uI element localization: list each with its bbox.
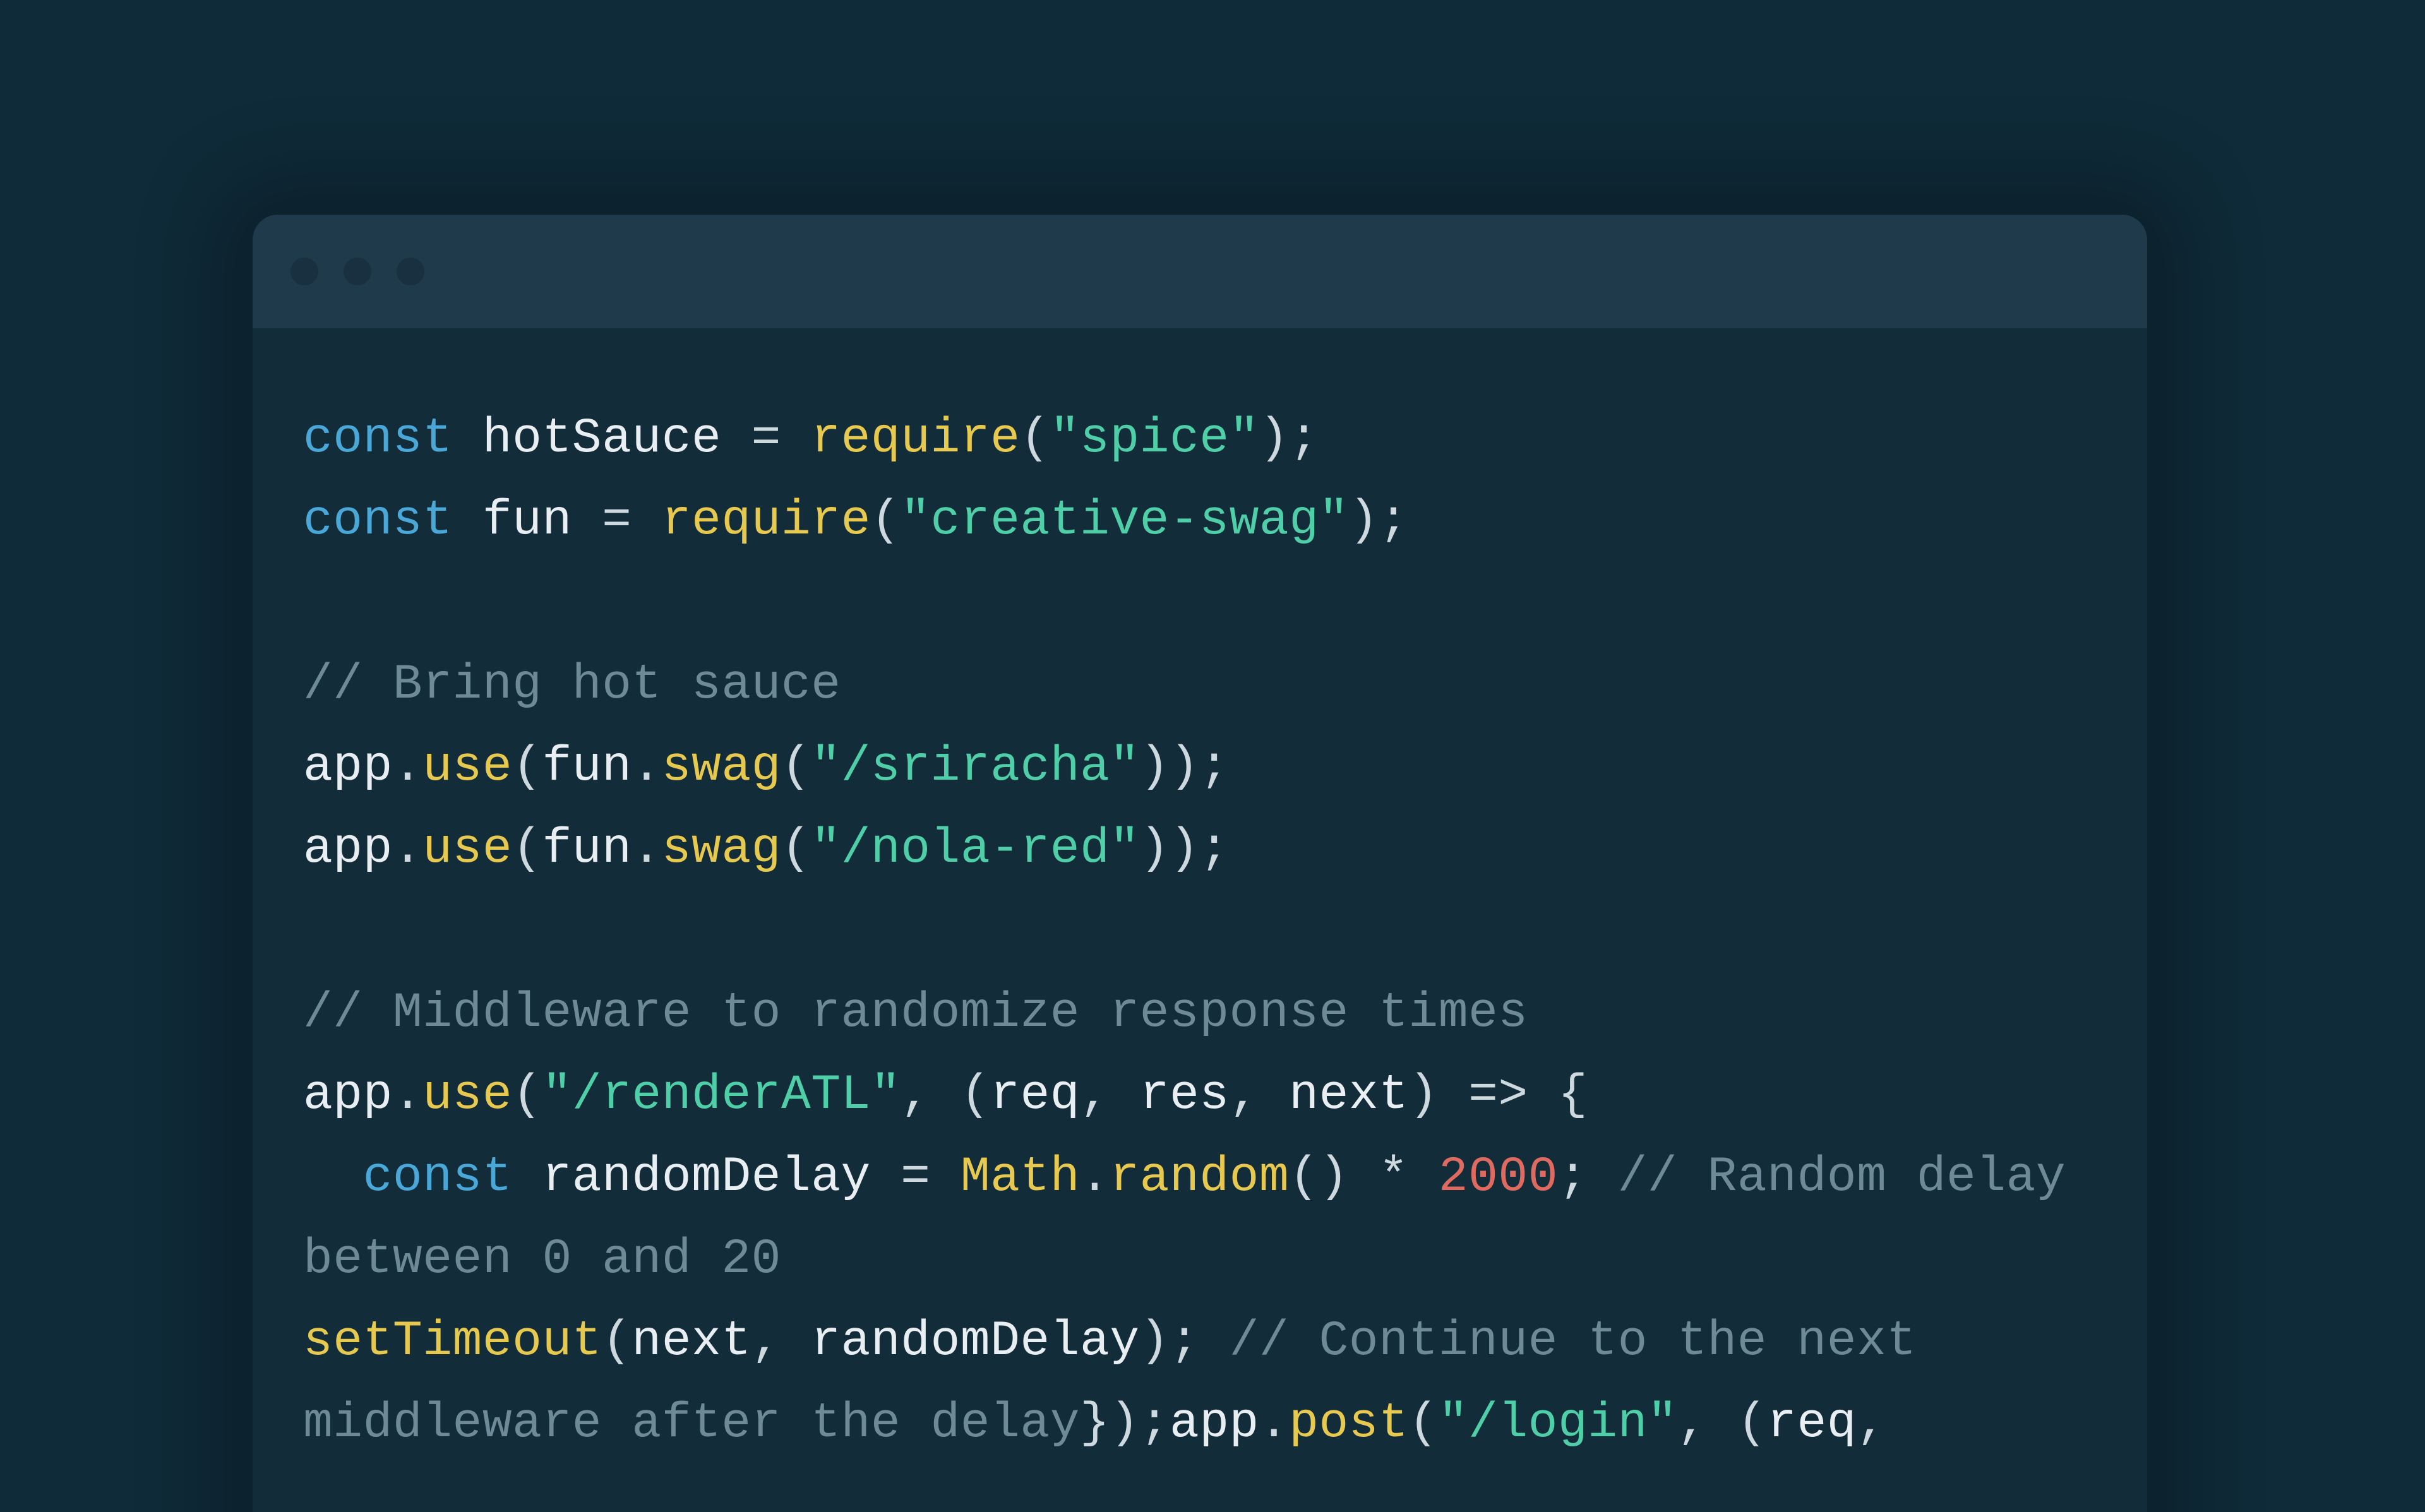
code-token-num: 2000 (1439, 1150, 1558, 1205)
code-token-str: "/nola-red" (811, 821, 1139, 877)
code-token-pun: )); (1140, 821, 1230, 877)
code-token-pun: ) => { (1409, 1068, 1588, 1123)
code-token-id: next (1289, 1068, 1408, 1123)
code-token-id: fun (542, 739, 632, 795)
code-token-pun: () * (1289, 1150, 1439, 1205)
window-control-dot[interactable] (344, 258, 371, 285)
code-token-id: app (303, 1068, 393, 1123)
code-token-str: "/renderATL" (542, 1068, 901, 1123)
code-token-id: res (1140, 1068, 1230, 1123)
code-token-pun: . (632, 739, 661, 795)
window-control-dot[interactable] (290, 258, 318, 285)
code-token-str: "/login" (1439, 1396, 1677, 1451)
code-token-pun: ( (602, 1314, 632, 1369)
code-token-id: app (1170, 1396, 1259, 1451)
code-token-fn: swag (662, 739, 781, 795)
code-token-str: "creative-swag" (901, 493, 1349, 549)
code-token-pun: = (721, 411, 811, 467)
code-area[interactable]: const hotSauce = require("spice");const … (253, 328, 2147, 1465)
code-token-id: req (990, 1068, 1080, 1123)
code-line: app.use(fun.swag("/sriracha")); (303, 726, 2097, 808)
code-token-fn: use (422, 821, 512, 877)
code-token-id: randomDelay (811, 1314, 1139, 1369)
code-token-pun: = (572, 493, 662, 549)
code-token-fn: random (1110, 1150, 1289, 1205)
window-control-dot[interactable] (397, 258, 424, 285)
code-token-fn: require (662, 493, 871, 549)
code-token-com: // Bring hot sauce (303, 657, 841, 713)
code-token-pun: . (393, 1068, 422, 1123)
code-token-pun: ( (871, 493, 901, 549)
code-token-pun: ( (512, 1068, 542, 1123)
code-token-pun: ( (512, 821, 542, 877)
code-token-pun: , ( (1677, 1396, 1767, 1451)
code-token-pun (453, 411, 482, 467)
window-titlebar (253, 215, 2147, 328)
code-token-pun: . (1080, 1150, 1110, 1205)
code-line: app.use("/renderATL", (req, res, next) =… (303, 1054, 2097, 1136)
code-line: const fun = require("creative-swag"); (303, 480, 2097, 562)
code-token-fn: use (422, 1068, 512, 1123)
code-token-pun: , (751, 1314, 811, 1369)
code-token-id: app (303, 821, 393, 877)
code-line: setTimeout(next, randomDelay); // Contin… (303, 1301, 2097, 1465)
code-token-cls: Math (961, 1150, 1080, 1205)
code-token-id: req (1767, 1396, 1857, 1451)
code-line: app.use(fun.swag("/nola-red")); (303, 808, 2097, 890)
code-line: const randomDelay = Math.random() * 2000… (303, 1136, 2097, 1301)
code-line: // Middleware to randomize response time… (303, 972, 2097, 1054)
code-token-pun: = (871, 1150, 961, 1205)
code-token-pun: , ( (901, 1068, 990, 1123)
code-token-pun: . (1259, 1396, 1289, 1451)
code-token-fn: post (1289, 1396, 1408, 1451)
code-token-kw: const (303, 411, 453, 467)
code-token-pun: . (393, 821, 422, 877)
code-token-kw: const (363, 1150, 513, 1205)
code-token-pun: ); (1259, 411, 1319, 467)
code-token-pun: ( (781, 739, 811, 795)
code-line (303, 890, 2097, 972)
code-token-kw: const (303, 493, 453, 549)
code-token-pun: }); (1080, 1396, 1170, 1451)
code-line (303, 562, 2097, 644)
code-token-pun: ); (1140, 1314, 1230, 1369)
code-token-fn: require (811, 411, 1020, 467)
code-token-pun (512, 1150, 542, 1205)
code-token-id: app (303, 739, 393, 795)
code-line: // Bring hot sauce (303, 644, 2097, 726)
code-token-str: "spice" (1050, 411, 1259, 467)
code-token-fn: setTimeout (303, 1314, 602, 1369)
code-token-pun: ( (781, 821, 811, 877)
code-token-id: fun (542, 821, 632, 877)
code-token-pun: . (393, 739, 422, 795)
code-token-fn: swag (662, 821, 781, 877)
code-token-pun: , (1230, 1068, 1290, 1123)
code-token-str: "/sriracha" (811, 739, 1139, 795)
code-editor-window: const hotSauce = require("spice");const … (253, 215, 2147, 1512)
code-token-id: fun (482, 493, 572, 549)
code-token-pun: ( (1408, 1396, 1438, 1451)
code-token-pun (303, 1150, 363, 1205)
code-token-pun: , (1080, 1068, 1140, 1123)
code-token-pun: ( (512, 739, 542, 795)
code-token-fn: use (422, 739, 512, 795)
code-token-pun: )); (1140, 739, 1230, 795)
code-token-pun: , (1857, 1396, 1917, 1451)
code-token-pun: ); (1349, 493, 1409, 549)
code-token-pun: ( (1020, 411, 1050, 467)
code-token-com: // Middleware to randomize response time… (303, 985, 1528, 1041)
code-token-id: randomDelay (542, 1150, 870, 1205)
code-token-id: next (632, 1314, 751, 1369)
code-token-pun: . (632, 821, 661, 877)
code-token-id: hotSauce (482, 411, 721, 467)
code-token-pun: ; (1558, 1150, 1618, 1205)
code-line: const hotSauce = require("spice"); (303, 398, 2097, 480)
code-token-pun (453, 493, 482, 549)
